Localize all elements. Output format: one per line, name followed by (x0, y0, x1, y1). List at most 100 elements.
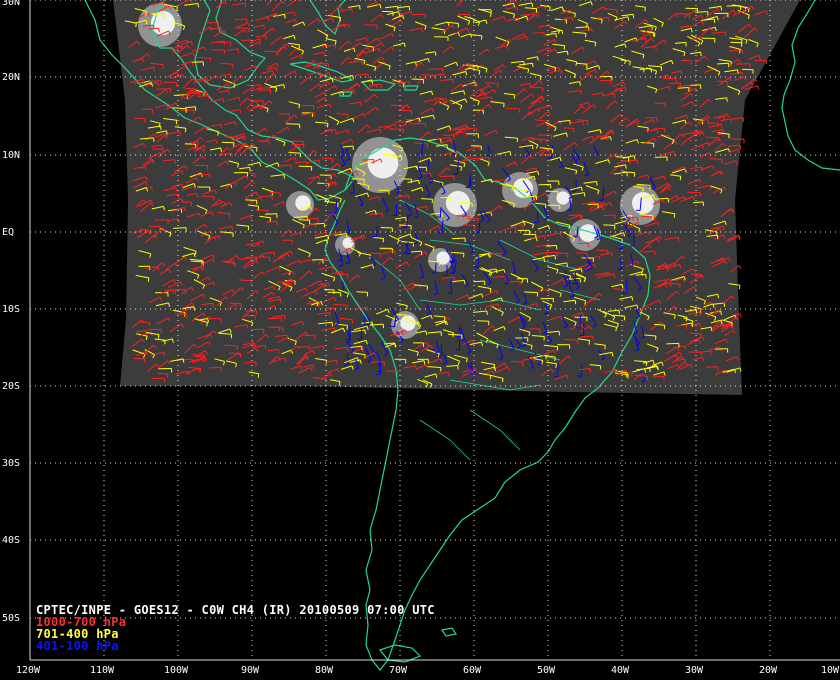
wind-barb-flag (728, 134, 730, 139)
wind-barb-flag (175, 120, 178, 125)
legend-high-level: 401-100 hPa (36, 639, 119, 653)
wind-barb-low (264, 50, 278, 53)
wind-barb-flag (691, 322, 694, 328)
wind-barb-mid (382, 153, 395, 156)
cloud-top-core (400, 315, 416, 331)
wind-barb-mid (184, 143, 196, 145)
wind-barb-flag (423, 168, 428, 170)
wind-barb-low (428, 68, 443, 70)
wind-barb-flag (491, 97, 493, 102)
wind-barb-flag (460, 166, 463, 171)
wind-barb-flag (617, 268, 622, 270)
wind-barb-mid (396, 314, 407, 316)
wind-barb-flag (244, 3, 247, 8)
wind-barb-low (412, 13, 426, 16)
wind-barb-flag (264, 345, 267, 350)
wind-barb-flag (339, 17, 342, 22)
wind-barb-flag (747, 7, 750, 13)
wind-barb-flag (626, 172, 628, 177)
wind-barb-low (580, 335, 594, 338)
wind-barb-mid (298, 165, 312, 168)
wind-barb-flag (157, 334, 160, 339)
wind-barb-flag (582, 121, 584, 126)
wind-barb-flag (489, 288, 492, 293)
wind-barb-low (192, 148, 205, 150)
lon-label-110w: 110W (89, 665, 115, 676)
wind-barb-flag (601, 19, 603, 24)
wind-barb-low (564, 339, 578, 341)
wind-barb-low (576, 252, 588, 254)
wind-barb-low (196, 91, 207, 94)
lat-label-20n: 20N (2, 72, 21, 83)
wind-barb-flag (649, 367, 651, 373)
wind-barb-flag (361, 60, 363, 65)
wind-barb-flag (476, 83, 478, 88)
wind-barb-low (361, 159, 374, 161)
wind-barb-flag (532, 13, 534, 18)
wind-barb-flag (298, 44, 300, 49)
wind-barb-low (706, 366, 718, 368)
wind-barb-flag (580, 90, 582, 95)
wind-barb-flag (742, 117, 745, 122)
wind-barb-low (257, 140, 270, 142)
wind-barb-flag (488, 157, 490, 162)
wind-barb-mid (576, 62, 588, 65)
wind-barb-mid (689, 84, 701, 86)
wind-barb-flag (679, 176, 682, 181)
wind-barb-flag (569, 120, 571, 125)
lat-label-40s: 40S (2, 535, 21, 546)
wind-barb-flag (555, 33, 557, 38)
wind-barb-flag (372, 235, 377, 238)
wind-barb-low (443, 134, 454, 136)
wind-barb-flag (723, 115, 726, 121)
wind-barb-flag (257, 206, 260, 211)
wind-barb-high (347, 353, 349, 365)
lon-label-10w: 10W (820, 665, 840, 676)
wind-barb-flag (135, 23, 137, 28)
wind-barb-flag (551, 149, 554, 154)
wind-barb-mid (473, 280, 485, 283)
wind-barb-flag (730, 118, 733, 123)
cloud-top-core (556, 191, 570, 205)
wind-barb-mid (666, 342, 679, 345)
wind-barb-mid (635, 273, 646, 276)
wind-barb-flag (239, 109, 242, 114)
wind-barb-flag (179, 131, 182, 136)
wind-barb-flag (346, 325, 348, 330)
wind-barb-flag (602, 92, 604, 97)
wind-barb-flag (654, 250, 656, 255)
wind-barb-flag (720, 6, 723, 11)
wind-barb-flag (237, 48, 239, 53)
lat-label-50s: 50S (2, 613, 21, 624)
wind-barb-flag (563, 45, 566, 50)
wind-barb-mid (411, 78, 424, 80)
wind-barb-flag (531, 145, 534, 150)
wind-barb-low (148, 80, 161, 82)
wind-barb-mid (298, 219, 310, 221)
wind-barb-flag (549, 6, 551, 11)
wind-barb-mid (451, 237, 466, 240)
wind-barb-flag (685, 324, 688, 329)
satellite-map (29, 0, 840, 671)
wind-barb-flag (290, 164, 292, 169)
wind-barb-flag (184, 128, 187, 133)
wind-barb-mid (654, 156, 668, 158)
wind-barb-flag (434, 51, 437, 56)
wind-barb-low (139, 229, 152, 231)
wind-barb-mid (380, 227, 393, 229)
wind-barb-flag (554, 255, 556, 260)
wind-barb-mid (405, 321, 420, 323)
wind-barb-mid (715, 348, 728, 350)
lat-label-10s: 10S (2, 304, 21, 315)
map-caption: CPTEC/INPE - GOES12 - C0W CH4 (IR) 20100… (36, 604, 435, 652)
wind-barb-mid (351, 178, 365, 180)
wind-barb-flag (531, 2, 534, 7)
wind-barb-flag (338, 381, 341, 386)
wind-barb-flag (737, 69, 739, 74)
wind-barb-flag (566, 262, 569, 267)
wind-barb-mid (741, 68, 754, 71)
wind-barb-flag (231, 153, 233, 158)
wind-barb-flag (359, 5, 361, 10)
wind-barb-flag (441, 213, 443, 218)
wind-barb-flag (655, 46, 657, 51)
